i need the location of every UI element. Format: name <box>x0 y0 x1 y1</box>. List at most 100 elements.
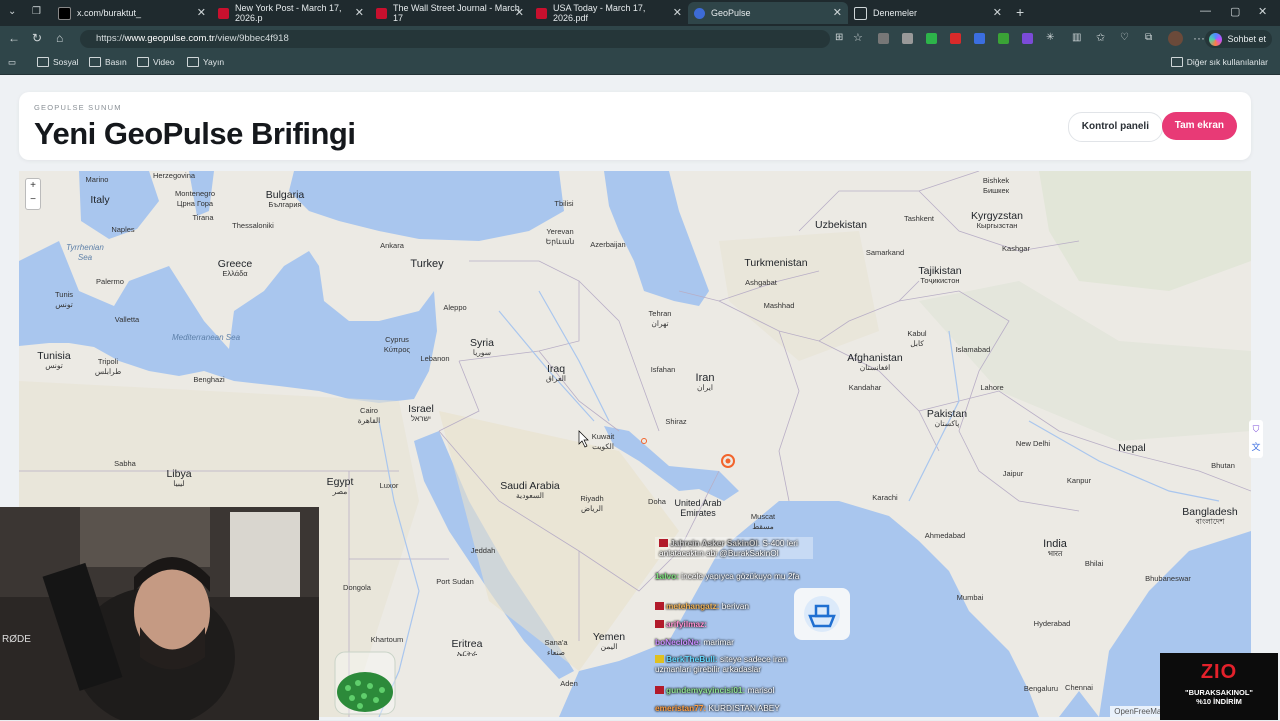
copilot-chat-button[interactable]: Sohbet et <box>1205 30 1272 48</box>
tab-denemeler[interactable]: Denemeler ✕ <box>848 2 1008 24</box>
close-icon[interactable]: ✕ <box>197 6 206 19</box>
tab-wsj[interactable]: The Wall Street Journal - March 17 ✕ <box>370 2 530 24</box>
reader-icon[interactable]: ⊞ <box>835 32 843 44</box>
shield-icon[interactable]: ⛉ <box>1249 420 1263 438</box>
extension-icon[interactable] <box>902 33 913 44</box>
sponsor-promo: ZIO "BURAKSAKINOL" %10 İNDİRİM <box>1160 653 1278 720</box>
close-icon[interactable]: ✕ <box>515 6 524 19</box>
map-label: Bhutan <box>1211 461 1235 470</box>
tab-usatoday[interactable]: USA Today - March 17, 2026.pdf ✕ <box>530 2 688 24</box>
tab-geopulse[interactable]: GeoPulse ✕ <box>688 2 848 24</box>
map-label: Port Sudan <box>436 577 474 586</box>
zoom-out-button[interactable]: − <box>26 193 40 207</box>
bookmark-folder-sosyal[interactable]: Sosyal <box>37 57 79 67</box>
window-close-icon[interactable]: ✕ <box>1258 5 1267 18</box>
tab-label: GeoPulse <box>711 8 751 18</box>
extensions-icon[interactable]: ✳ <box>1046 32 1054 44</box>
map-label: Riyadh الرياض <box>580 494 604 513</box>
extension-icon[interactable] <box>950 33 961 44</box>
other-bookmarks[interactable]: Diğer sık kullanılanlar <box>1170 57 1268 67</box>
extension-icon[interactable] <box>998 33 1009 44</box>
dashboard-button[interactable]: Kontrol paneli <box>1067 112 1163 142</box>
sidebar-toggle-icon[interactable]: ▭ <box>8 57 16 68</box>
map-label: Shiraz <box>665 417 687 426</box>
url-field[interactable]: https://www.geopulse.com.tr/view/9bbec4f… <box>80 30 830 48</box>
chat-message: metehangatz: berivan <box>655 601 749 611</box>
map-label: Valletta <box>114 315 140 324</box>
favorite-star-icon[interactable]: ☆ <box>853 32 863 44</box>
bookmark-label: Yayın <box>203 57 225 67</box>
browser-essentials-icon[interactable]: ♡ <box>1120 32 1129 44</box>
map-label: Bulgaria България <box>265 189 305 209</box>
minimize-icon[interactable]: — <box>1200 5 1211 17</box>
maximize-icon[interactable]: ▢ <box>1230 5 1240 18</box>
back-icon[interactable]: ← <box>8 32 20 44</box>
workspaces-icon[interactable]: ❐ <box>32 6 41 18</box>
map-label: Sabha <box>114 459 136 468</box>
map-label: Iraq العراق <box>545 363 567 383</box>
close-icon[interactable]: ✕ <box>673 6 682 19</box>
folder-icon <box>187 57 199 67</box>
close-icon[interactable]: ✕ <box>355 6 364 19</box>
close-icon[interactable]: ✕ <box>993 6 1002 19</box>
chat-button-label: Sohbet et <box>1227 34 1266 44</box>
map-label: Tashkent <box>903 214 935 223</box>
bookmark-label: Diğer sık kullanılanlar <box>1186 57 1268 67</box>
folder-icon <box>89 57 101 67</box>
extension-icon[interactable] <box>878 33 889 44</box>
briefing-header: GEOPULSE SUNUM Yeni GeoPulse Brifingi Ko… <box>19 92 1251 160</box>
extension-icon[interactable] <box>1022 33 1033 44</box>
pdf-icon <box>376 7 387 19</box>
extension-icon[interactable] <box>926 33 937 44</box>
collections-icon[interactable]: ⧉ <box>1145 32 1152 44</box>
map-label: Lebanon <box>420 354 450 363</box>
more-icon[interactable]: ··· <box>1193 32 1205 44</box>
map-label: Aden <box>560 679 578 688</box>
bookmark-folder-basin[interactable]: Basın <box>89 57 127 67</box>
map-label: Naples <box>111 225 135 234</box>
map-label: Ashgabat <box>745 278 777 287</box>
map-label: Cyprus Κύπρος <box>383 335 411 354</box>
map-label: Libya ليبيا <box>166 468 192 488</box>
map-label: Jaipur <box>1002 469 1024 478</box>
translate-icon[interactable] <box>974 33 985 44</box>
chat-message: arifyilmaz: <box>655 619 707 629</box>
tab-actions-icon[interactable]: ⌄ <box>8 6 16 18</box>
bookmark-folder-yayin[interactable]: Yayın <box>187 57 224 67</box>
home-icon[interactable]: ⌂ <box>56 32 63 44</box>
refresh-icon[interactable]: ↻ <box>32 32 42 44</box>
zoom-control[interactable]: + − <box>25 178 41 210</box>
map-label: Tbilisi <box>554 199 574 208</box>
close-icon[interactable]: ✕ <box>833 6 842 19</box>
map-label: Nepal <box>1118 442 1146 454</box>
new-tab-icon[interactable]: + <box>1016 4 1024 20</box>
webcam-feed: RØDE <box>0 507 319 720</box>
bookmark-folder-video[interactable]: Video <box>137 57 175 67</box>
tab-nypost[interactable]: New York Post - March 17, 2026.p ✕ <box>212 2 370 24</box>
fullscreen-button[interactable]: Tam ekran <box>1161 112 1237 140</box>
zoom-in-button[interactable]: + <box>26 179 40 193</box>
map-label: Pakistan پاکستان <box>926 408 968 428</box>
badge-icon <box>655 620 664 628</box>
map-label: Thessaloniki <box>232 221 274 230</box>
folder-icon <box>37 57 49 67</box>
split-screen-icon[interactable]: ▥ <box>1072 32 1081 44</box>
map-label: Turkey <box>410 258 444 270</box>
map-label: Herzegovina <box>152 171 196 180</box>
translate-icon[interactable]: 文 <box>1249 438 1263 456</box>
map-label: Bishkek Бишкек <box>982 176 1010 195</box>
bookmark-label: Basın <box>105 57 127 67</box>
map-label: Sana'a صنعاء <box>544 638 568 657</box>
map-label: Muscat مسقط <box>750 512 776 531</box>
map-label: United Arab Emirates <box>674 498 722 518</box>
avatar[interactable] <box>1168 31 1183 46</box>
map-label: Tajikistan Тоҷикистон <box>918 265 962 285</box>
map-label: Bhubaneswar <box>1145 574 1191 583</box>
favorites-icon[interactable]: ✩ <box>1096 32 1105 44</box>
tab-label: USA Today - March 17, 2026.pdf <box>553 3 646 23</box>
url-host: www.geopulse.com.tr <box>124 33 215 44</box>
map-label: Hyderabad <box>1033 619 1071 628</box>
geopulse-icon <box>694 7 705 19</box>
tab-x[interactable]: x.com/buraktut_ ✕ <box>52 2 212 24</box>
map-label: Luxor <box>379 481 399 490</box>
